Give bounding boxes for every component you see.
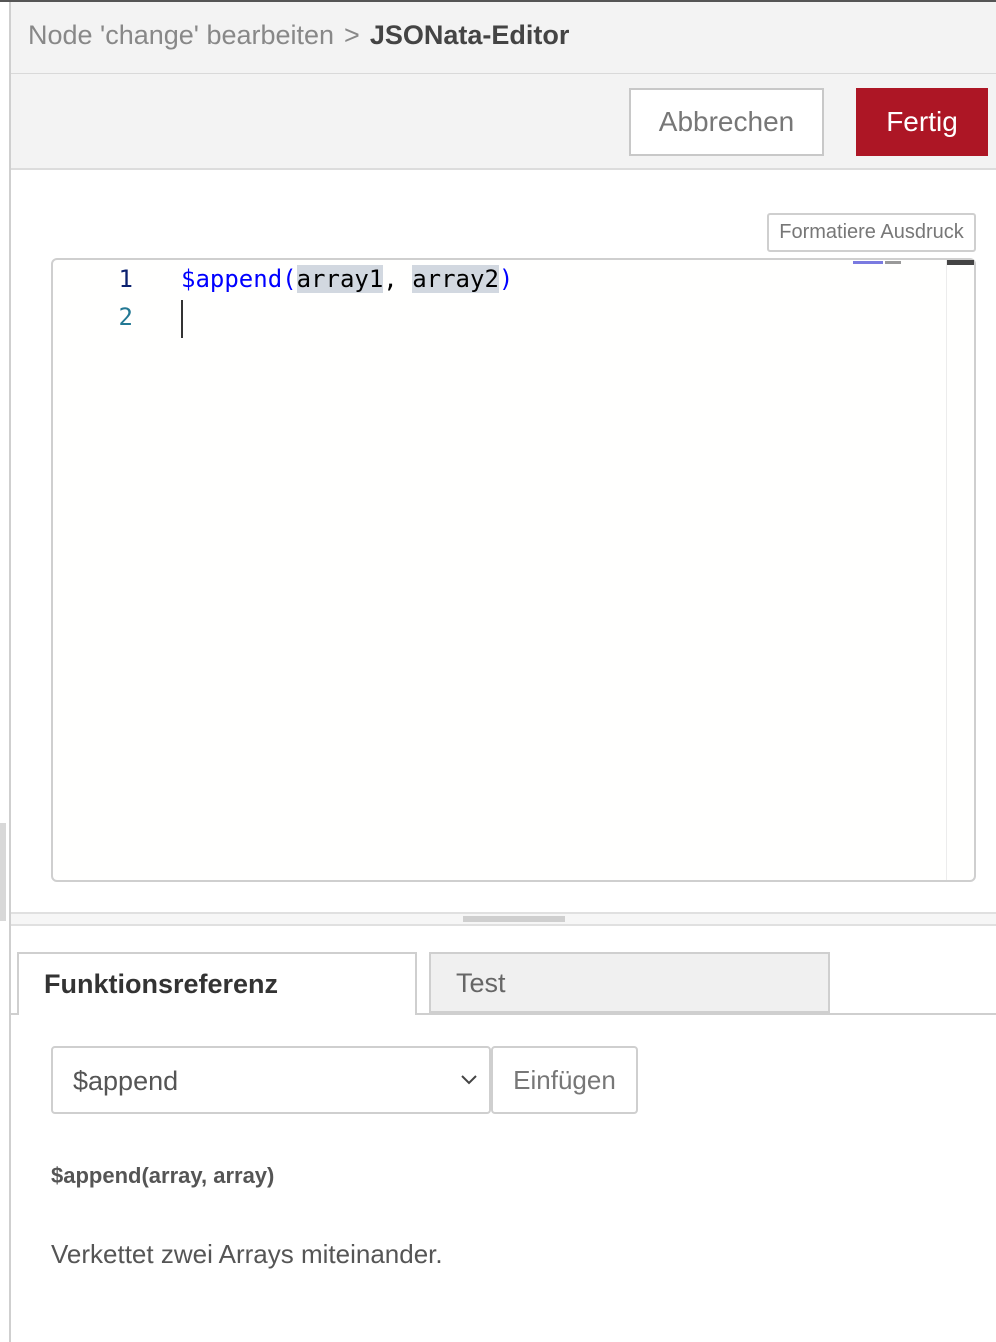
chevron-down-icon (461, 1075, 477, 1085)
code-function-token: $append( (181, 265, 297, 293)
done-button[interactable]: Fertig (856, 88, 988, 156)
code-line[interactable]: $append(array1, array2) (181, 265, 513, 293)
editor-minimap[interactable] (853, 260, 913, 266)
tray-header: Node 'change' bearbeiten > JSONata-Editor (11, 2, 996, 74)
insert-button[interactable]: Einfügen (491, 1046, 638, 1114)
function-select-value: $append (73, 1066, 179, 1096)
code-parameter-token: array2 (412, 265, 499, 293)
code-paren-token: ) (498, 265, 514, 293)
breadcrumb: Node 'change' bearbeiten > JSONata-Editor (28, 20, 569, 51)
tab-label: Funktionsreferenz (44, 969, 279, 999)
editor-scrollbar[interactable] (946, 260, 974, 880)
breadcrumb-parent[interactable]: Node 'change' bearbeiten (28, 20, 334, 50)
tab-label: Test (456, 968, 506, 998)
tray-toolbar: Abbrechen Fertig (11, 74, 996, 170)
format-expression-button[interactable]: Formatiere Ausdruck (767, 213, 976, 252)
line-number: 1 (118, 265, 133, 293)
function-signature: $append(array, array) (51, 1163, 275, 1188)
function-select[interactable]: $append (51, 1046, 491, 1114)
line-number: 2 (118, 303, 133, 331)
breadcrumb-current: JSONata-Editor (369, 20, 570, 50)
tab-function-reference[interactable]: Funktionsreferenz (17, 952, 417, 1015)
panel-splitter[interactable] (11, 912, 996, 926)
code-parameter-token: array1 (296, 265, 384, 293)
function-description: Verkettet zwei Arrays miteinander. (51, 1239, 443, 1269)
splitter-grip[interactable] (463, 916, 565, 922)
editor-scrollbar-thumb[interactable] (947, 260, 974, 265)
line-number-gutter: 1 2 (53, 260, 163, 880)
expression-editor[interactable]: 1 2 $append(array1, array2) (51, 258, 976, 882)
breadcrumb-separator: > (344, 20, 360, 50)
code-comma-token: , (383, 265, 413, 293)
tray-resize-handle[interactable] (0, 823, 6, 921)
tray-left-border (9, 2, 11, 1342)
text-cursor (181, 300, 183, 338)
tab-test[interactable]: Test (429, 952, 830, 1013)
cancel-button[interactable]: Abbrechen (629, 88, 824, 156)
